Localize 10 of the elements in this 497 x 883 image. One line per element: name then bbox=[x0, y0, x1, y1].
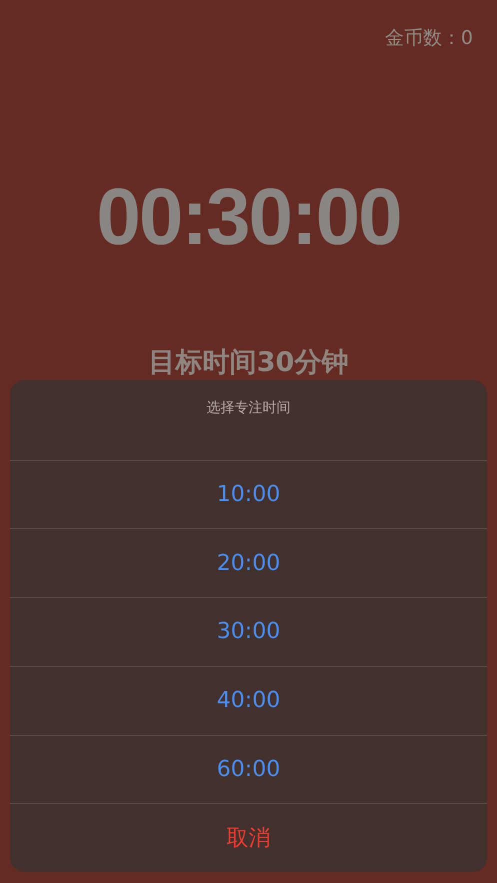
time-option[interactable]: 60:00 bbox=[10, 734, 487, 804]
sheet-title: 选择专注时间 bbox=[206, 399, 290, 418]
time-option[interactable]: 20:00 bbox=[10, 528, 487, 598]
time-option[interactable]: 10:00 bbox=[10, 460, 487, 528]
cancel-button[interactable]: 取消 bbox=[10, 803, 487, 872]
time-option[interactable]: 40:00 bbox=[10, 666, 487, 735]
target-time: 目标时间30分钟 bbox=[148, 346, 348, 380]
time-option[interactable]: 30:00 bbox=[10, 597, 487, 666]
coin-count: 金币数：0 bbox=[384, 26, 473, 51]
timer-display: 00:30:00 bbox=[96, 176, 401, 256]
